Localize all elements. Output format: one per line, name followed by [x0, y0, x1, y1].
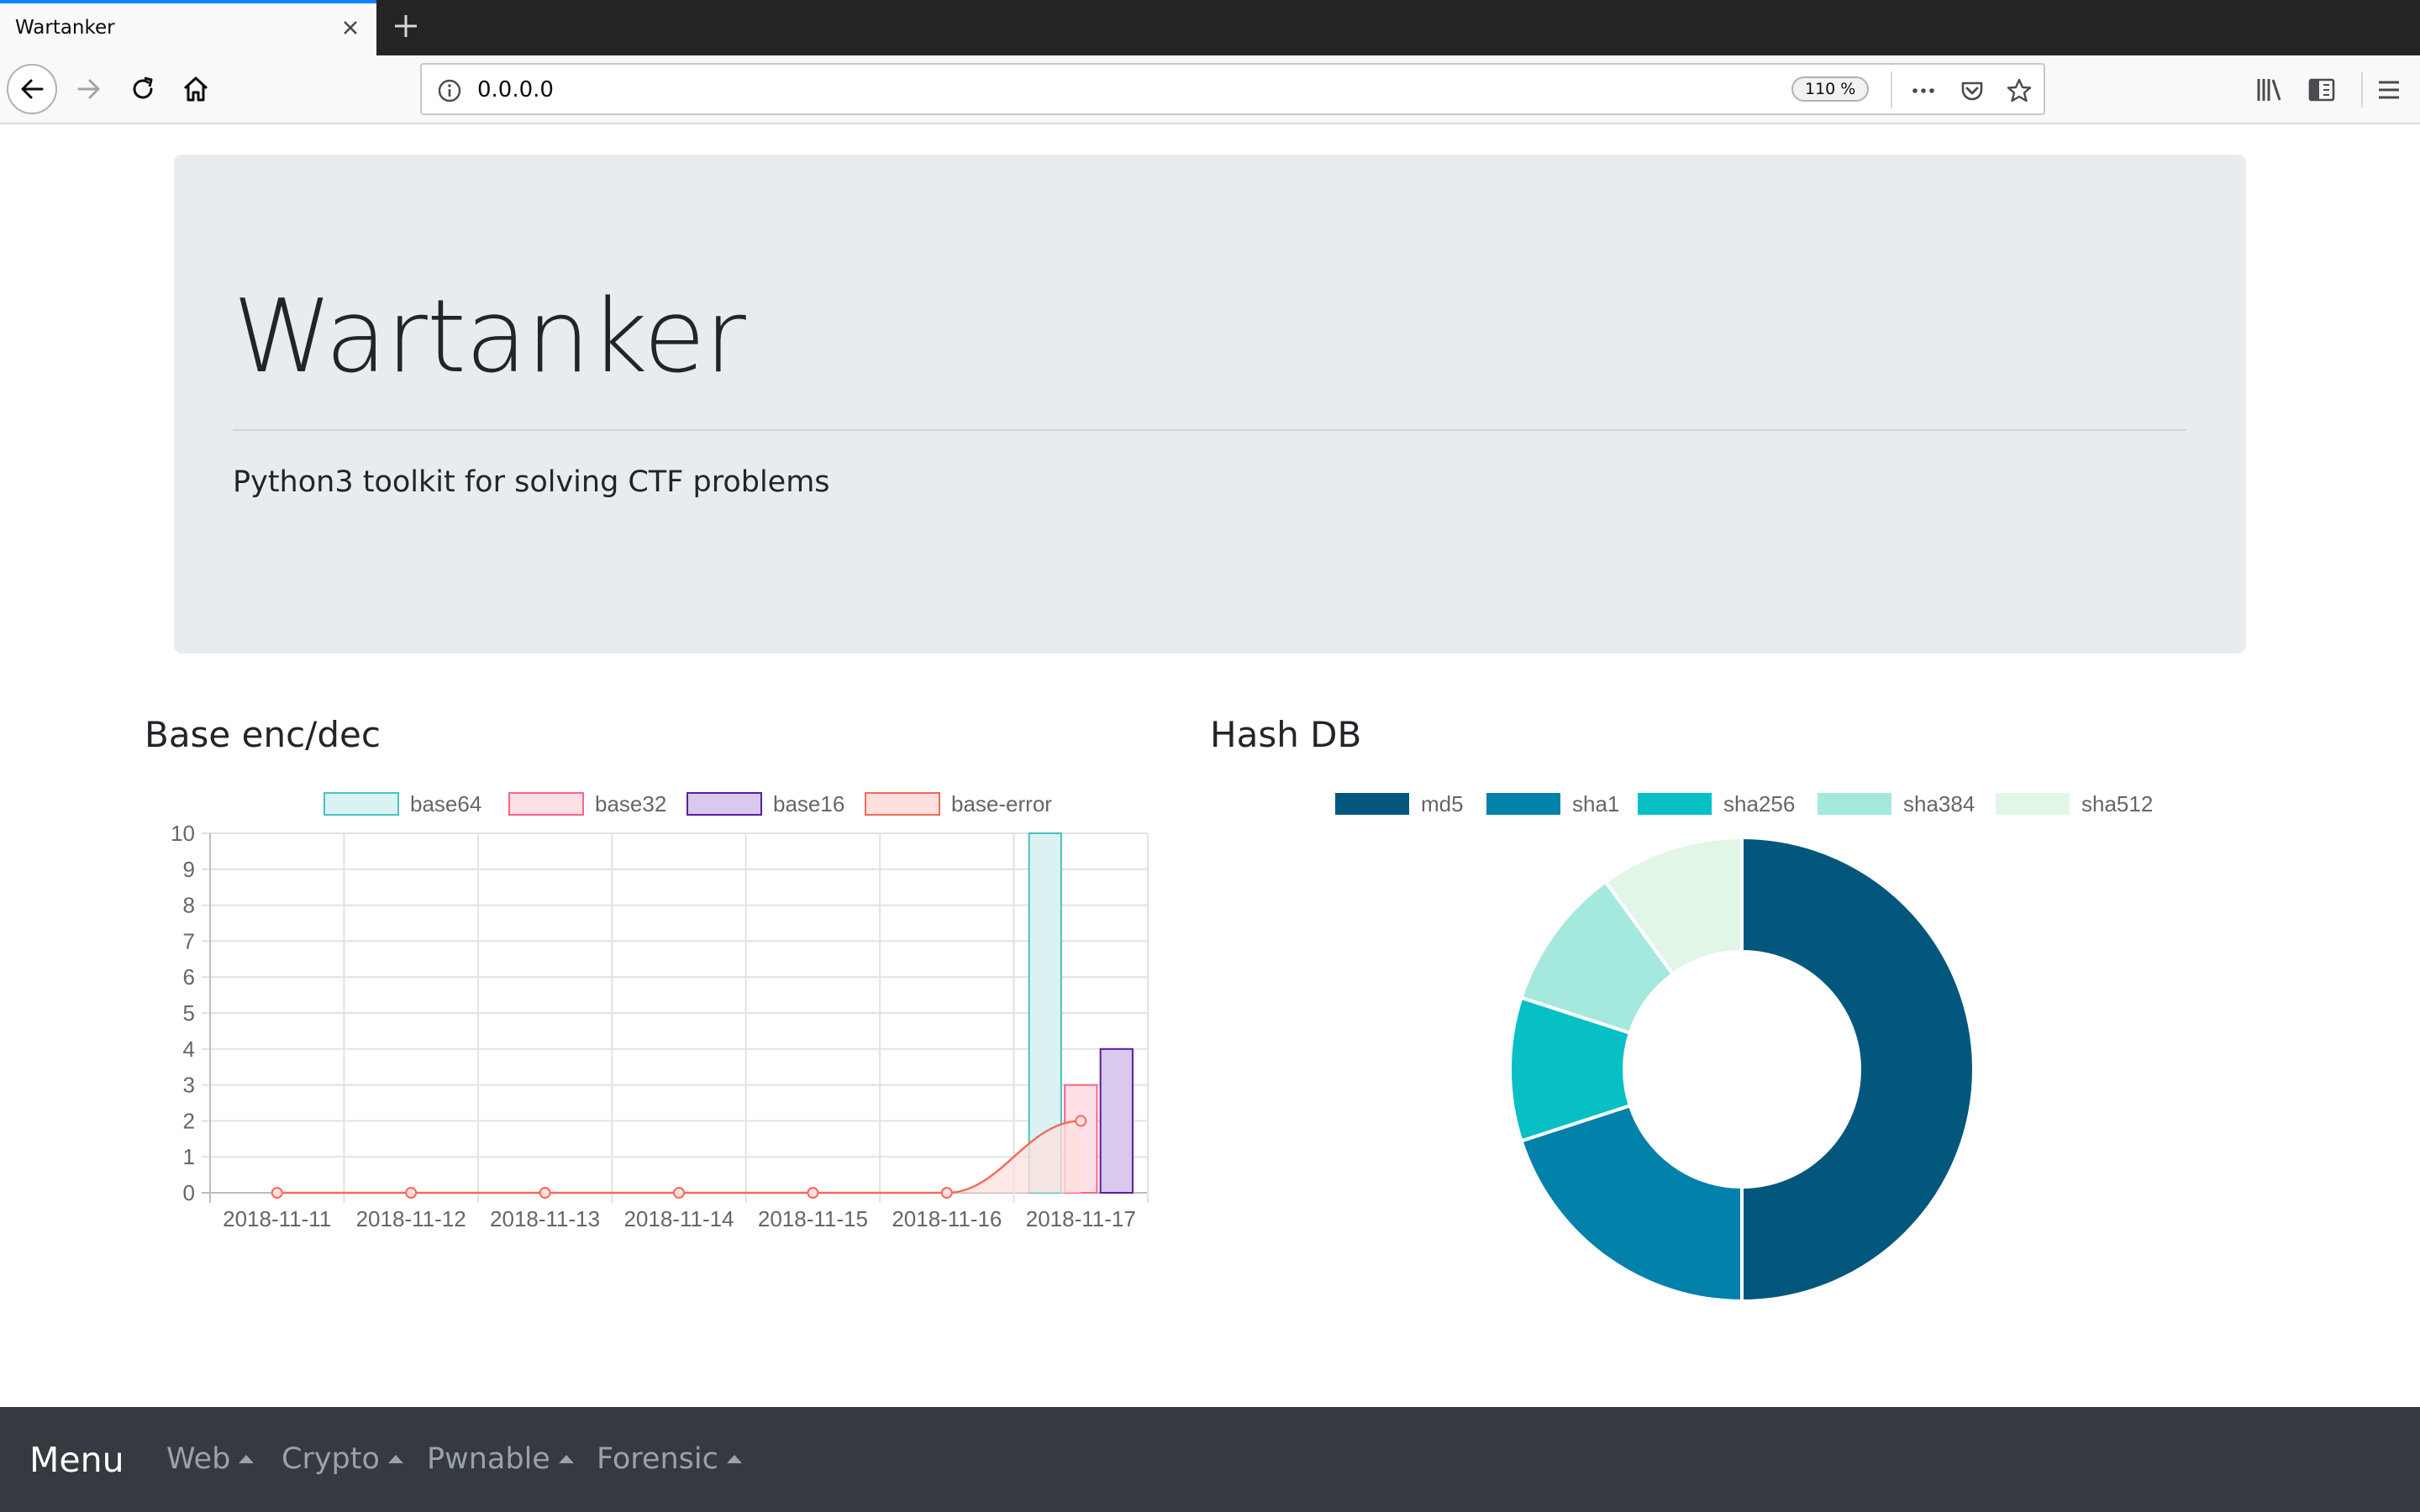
tab-title: Wartanker [15, 17, 115, 39]
more-actions-icon[interactable] [1909, 76, 1938, 105]
legend-swatch[interactable] [865, 792, 940, 816]
divider [2361, 72, 2363, 108]
reload-button[interactable] [118, 64, 168, 114]
zoom-level-badge[interactable]: 110 % [1791, 76, 1870, 102]
tab-strip: Wartanker [0, 0, 2420, 55]
y-tick-label: 3 [183, 1073, 195, 1098]
hamburger-menu-icon[interactable] [2373, 74, 2405, 106]
y-tick-label: 10 [171, 821, 195, 846]
y-tick-label: 6 [183, 964, 195, 990]
divider [233, 429, 2186, 431]
legend-swatch[interactable] [1818, 793, 1891, 815]
hash-section-title: Hash DB [1210, 714, 1362, 755]
line-point[interactable] [807, 1187, 819, 1199]
y-tick-label: 5 [183, 1000, 195, 1026]
new-tab-icon[interactable] [390, 10, 422, 42]
arrow-left-icon [21, 79, 44, 99]
x-tick-label: 2018-11-14 [623, 1206, 734, 1231]
home-button[interactable] [171, 64, 221, 114]
base-section-title: Base enc/dec [145, 714, 381, 755]
donut-slice-md5[interactable] [1740, 835, 1975, 1304]
menu-item-label: Pwnable [427, 1442, 550, 1476]
bottom-navbar: Menu Web Crypto Pwnable Forensic [0, 1407, 2420, 1512]
home-icon [183, 76, 208, 102]
x-tick-label: 2018-11-16 [892, 1206, 1002, 1231]
line-point[interactable] [940, 1187, 953, 1199]
legend-swatch[interactable] [687, 792, 762, 816]
legend-label[interactable]: sha512 [2081, 791, 2153, 816]
page-subtitle: Python3 toolkit for solving CTF problems [233, 465, 830, 499]
y-tick-label: 9 [183, 857, 195, 882]
legend-swatch[interactable] [1335, 793, 1409, 815]
y-tick-label: 1 [183, 1144, 195, 1169]
back-button[interactable] [7, 64, 57, 114]
page-title: Wartanker [233, 279, 746, 396]
x-tick-label: 2018-11-13 [490, 1206, 600, 1231]
bar-base16[interactable] [1099, 1047, 1134, 1194]
url-text[interactable]: 0.0.0.0 [477, 77, 554, 102]
arrow-right-icon [77, 79, 100, 99]
browser-tab[interactable]: Wartanker [0, 0, 376, 55]
jumbotron: Wartanker Python3 toolkit for solving CT… [174, 155, 2246, 654]
forward-button[interactable] [64, 64, 114, 114]
legend-label[interactable]: base64 [410, 791, 481, 816]
sidebar-icon[interactable] [2306, 74, 2338, 106]
y-tick-label: 2 [183, 1108, 195, 1133]
legend-label[interactable]: sha1 [1572, 791, 1619, 816]
pocket-icon[interactable] [1958, 76, 1986, 105]
bookmark-star-icon[interactable] [2005, 76, 2033, 105]
menu-item-forensic[interactable]: Forensic [597, 1442, 742, 1476]
info-icon[interactable] [435, 76, 464, 105]
navigation-toolbar: 0.0.0.0 110 % [0, 55, 2420, 124]
y-tick-label: 4 [183, 1037, 195, 1062]
legend-label[interactable]: md5 [1421, 791, 1464, 816]
legend-label[interactable]: sha384 [1903, 791, 1975, 816]
y-tick-label: 8 [183, 893, 195, 918]
caret-up-icon [387, 1455, 403, 1463]
divider [1891, 71, 1892, 108]
url-bar[interactable]: 0.0.0.0 110 % [420, 63, 2045, 115]
legend-swatch[interactable] [1638, 793, 1712, 815]
legend-label[interactable]: sha256 [1723, 791, 1795, 816]
line-point[interactable] [673, 1187, 685, 1199]
x-tick-label: 2018-11-11 [223, 1206, 331, 1231]
donut-slice-sha1[interactable] [1518, 1103, 1744, 1304]
x-tick-label: 2018-11-12 [356, 1206, 466, 1231]
caret-up-icon [239, 1455, 255, 1463]
menu-brand[interactable]: Menu [29, 1440, 124, 1480]
legend-label[interactable]: base16 [773, 791, 844, 816]
legend-swatch[interactable] [508, 792, 584, 816]
caret-up-icon [726, 1455, 742, 1463]
line-point[interactable] [271, 1187, 283, 1199]
menu-item-web[interactable]: Web [166, 1442, 255, 1476]
close-tab-icon[interactable] [336, 13, 365, 42]
library-icon[interactable] [2254, 74, 2286, 106]
x-tick-label: 2018-11-17 [1026, 1206, 1136, 1231]
legend-swatch[interactable] [1486, 793, 1560, 815]
menu-item-pwnable[interactable]: Pwnable [427, 1442, 574, 1476]
menu-item-crypto[interactable]: Crypto [281, 1442, 403, 1476]
legend-label[interactable]: base-error [951, 791, 1052, 816]
hash-db-chart[interactable]: md5 sha1 sha256 sha384 sha512 [1210, 781, 2269, 1319]
x-tick-label: 2018-11-15 [758, 1206, 868, 1231]
line-point[interactable] [1075, 1115, 1087, 1127]
y-tick-label: 7 [183, 928, 195, 953]
line-point[interactable] [405, 1187, 418, 1199]
caret-up-icon [558, 1455, 574, 1463]
menu-item-label: Forensic [597, 1442, 718, 1476]
base-encdec-chart[interactable]: base64 base32 base16 base-error 0 1 2 3 4 5 6 7 8 9 10… [143, 781, 1160, 1252]
reload-icon [133, 76, 153, 99]
menu-item-label: Crypto [281, 1442, 380, 1476]
legend-label[interactable]: base32 [595, 791, 666, 816]
line-point[interactable] [539, 1187, 551, 1199]
y-tick-label: 0 [183, 1180, 195, 1205]
menu-item-label: Web [166, 1442, 231, 1476]
legend-swatch[interactable] [1996, 793, 2070, 815]
legend-swatch[interactable] [324, 792, 399, 816]
